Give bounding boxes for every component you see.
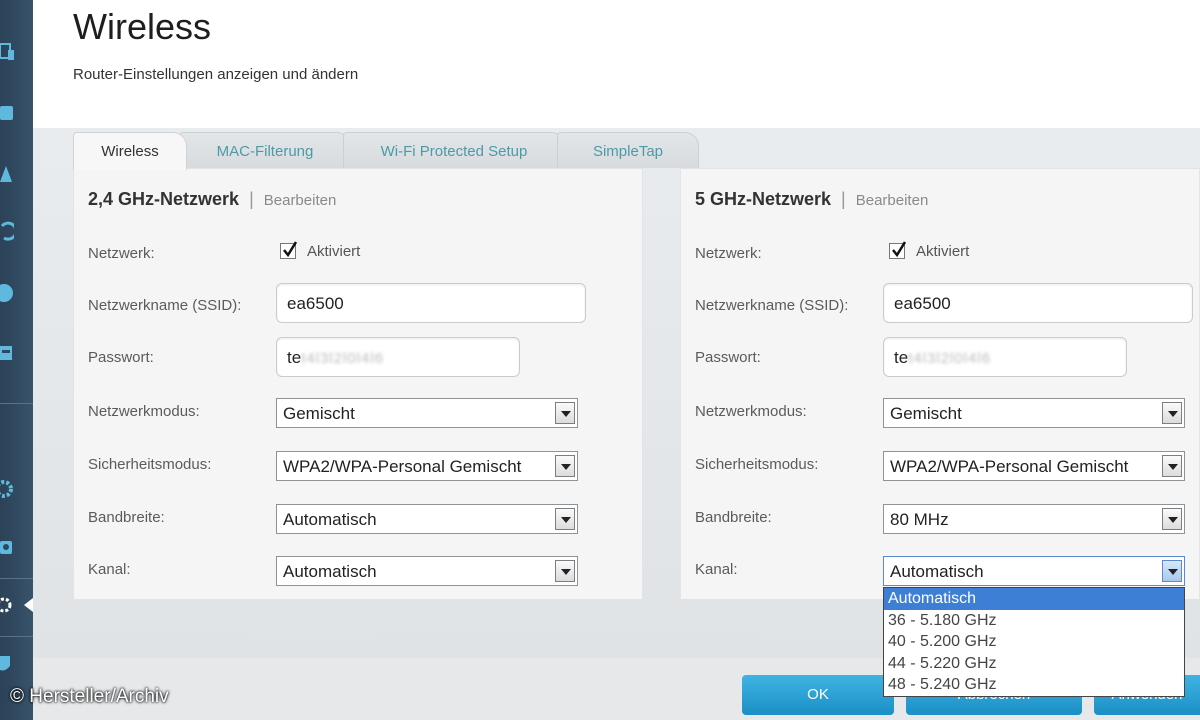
channel-5ghz-value: Automatisch bbox=[890, 562, 984, 581]
security-label: Sicherheitsmodus: bbox=[88, 456, 212, 473]
chevron-down-icon[interactable] bbox=[555, 402, 575, 424]
password-label: Passwort: bbox=[695, 349, 761, 366]
channel-option[interactable]: 48 - 5.240 GHz bbox=[884, 674, 1184, 696]
edit-5ghz-link[interactable]: Bearbeiten bbox=[856, 192, 929, 209]
enabled-5ghz-checkbox[interactable] bbox=[889, 241, 907, 259]
watermark: © Hersteller/Archiv bbox=[10, 686, 169, 707]
channel-5ghz-select[interactable]: Automatisch bbox=[883, 556, 1185, 586]
chevron-down-icon[interactable] bbox=[1162, 402, 1182, 424]
content-area: Wireless MAC-Filterung Wi-Fi Protected S… bbox=[33, 128, 1200, 658]
network-label: Netzwerk: bbox=[695, 245, 762, 262]
active-indicator-icon bbox=[24, 598, 33, 612]
ssid-label: Netzwerkname (SSID): bbox=[695, 297, 849, 314]
channel-label: Kanal: bbox=[88, 561, 131, 578]
password-24ghz-masked: t4l3l2l0l4l6 bbox=[301, 350, 385, 367]
mode-5ghz-select[interactable]: Gemischt bbox=[883, 398, 1185, 428]
update-icon[interactable] bbox=[0, 220, 14, 242]
bandwidth-24ghz-select[interactable]: Automatisch bbox=[276, 504, 578, 534]
password-label: Passwort: bbox=[88, 349, 154, 366]
tab-wps[interactable]: Wi-Fi Protected Setup bbox=[343, 132, 565, 168]
ok-button[interactable]: OK bbox=[742, 675, 894, 715]
channel-24ghz-select[interactable]: Automatisch bbox=[276, 556, 578, 586]
security-24ghz-value: WPA2/WPA-Personal Gemischt bbox=[283, 457, 522, 476]
panel-24ghz-heading: 2,4 GHz-Netzwerk | Bearbeiten bbox=[88, 189, 336, 210]
ssid-24ghz-value: ea6500 bbox=[287, 294, 344, 313]
chevron-down-icon[interactable] bbox=[555, 455, 575, 477]
ssid-5ghz-value: ea6500 bbox=[894, 294, 951, 313]
page-title: Wireless bbox=[73, 6, 212, 47]
ssid-24ghz-input[interactable]: ea6500 bbox=[276, 283, 586, 323]
bandwidth-label: Bandbreite: bbox=[695, 509, 772, 526]
channel-option[interactable]: 36 - 5.180 GHz bbox=[884, 610, 1184, 632]
chevron-down-icon[interactable] bbox=[1162, 455, 1182, 477]
page-subtitle: Router-Einstellungen anzeigen und ändern bbox=[73, 66, 359, 83]
warning-icon[interactable] bbox=[0, 162, 14, 184]
chevron-down-icon[interactable] bbox=[555, 508, 575, 530]
password-5ghz-input[interactable]: tet4l3l2l0l4l6 bbox=[883, 337, 1127, 377]
globe-icon[interactable] bbox=[0, 282, 14, 304]
password-5ghz-prefix: te bbox=[894, 348, 909, 367]
bandwidth-5ghz-value: 80 MHz bbox=[890, 510, 949, 529]
gear-icon[interactable] bbox=[0, 478, 14, 500]
tab-wireless[interactable]: Wireless bbox=[73, 132, 187, 170]
security-5ghz-value: WPA2/WPA-Personal Gemischt bbox=[890, 457, 1129, 476]
bandwidth-5ghz-select[interactable]: 80 MHz bbox=[883, 504, 1185, 534]
security-icon[interactable] bbox=[0, 652, 14, 674]
channel-option[interactable]: Automatisch bbox=[884, 588, 1184, 610]
enabled-24ghz-checkbox[interactable] bbox=[280, 241, 298, 259]
panel-24ghz: 2,4 GHz-Netzwerk | Bearbeiten Netzwerk: Ak… bbox=[73, 168, 643, 600]
mode-label: Netzwerkmodus: bbox=[88, 403, 200, 420]
security-24ghz-select[interactable]: WPA2/WPA-Personal Gemischt bbox=[276, 451, 578, 481]
tab-mac-filter[interactable]: MAC-Filterung bbox=[179, 132, 351, 168]
chevron-down-icon[interactable] bbox=[1162, 560, 1182, 582]
mode-24ghz-select[interactable]: Gemischt bbox=[276, 398, 578, 428]
mode-5ghz-value: Gemischt bbox=[890, 404, 962, 423]
sidebar-separator bbox=[0, 403, 33, 404]
security-5ghz-select[interactable]: WPA2/WPA-Personal Gemischt bbox=[883, 451, 1185, 481]
mode-24ghz-value: Gemischt bbox=[283, 404, 355, 423]
panel-5ghz-title: 5 GHz-Netzwerk bbox=[695, 189, 832, 209]
security-label: Sicherheitsmodus: bbox=[695, 456, 819, 473]
chevron-down-icon[interactable] bbox=[1162, 508, 1182, 530]
channel-option[interactable]: 44 - 5.220 GHz bbox=[884, 653, 1184, 675]
channel-option[interactable]: 40 - 5.200 GHz bbox=[884, 631, 1184, 653]
channel-5ghz-dropdown: Automatisch 36 - 5.180 GHz 40 - 5.200 GH… bbox=[883, 587, 1185, 697]
password-5ghz-masked: t4l3l2l0l4l6 bbox=[908, 350, 992, 367]
panel-5ghz-heading: 5 GHz-Netzwerk | Bearbeiten bbox=[695, 189, 928, 210]
ssid-5ghz-input[interactable]: ea6500 bbox=[883, 283, 1193, 323]
mode-label: Netzwerkmodus: bbox=[695, 403, 807, 420]
page-header: Wireless Router-Einstellungen anzeigen u… bbox=[33, 0, 1200, 128]
camera-icon[interactable] bbox=[0, 536, 14, 558]
enabled-24ghz-label: Aktiviert bbox=[307, 243, 361, 260]
edit-24ghz-link[interactable]: Bearbeiten bbox=[264, 192, 337, 209]
devices-icon[interactable] bbox=[0, 42, 14, 64]
wireless-settings-icon[interactable] bbox=[0, 594, 14, 616]
tab-simpletap[interactable]: SimpleTap bbox=[557, 132, 699, 168]
media-icon[interactable] bbox=[0, 342, 14, 364]
ssid-label: Netzwerkname (SSID): bbox=[88, 297, 242, 314]
channel-24ghz-value: Automatisch bbox=[283, 562, 377, 581]
sidebar-separator bbox=[0, 578, 33, 579]
sidebar-separator bbox=[0, 636, 33, 637]
parental-icon[interactable] bbox=[0, 102, 14, 124]
heading-separator: | bbox=[249, 189, 254, 209]
network-label: Netzwerk: bbox=[88, 245, 155, 262]
panel-5ghz: 5 GHz-Netzwerk | Bearbeiten Netzwerk: Akti… bbox=[680, 168, 1200, 600]
sidebar-nav bbox=[0, 0, 33, 720]
heading-separator: | bbox=[841, 189, 846, 209]
chevron-down-icon[interactable] bbox=[555, 560, 575, 582]
password-24ghz-prefix: te bbox=[287, 348, 302, 367]
password-24ghz-input[interactable]: tet4l3l2l0l4l6 bbox=[276, 337, 520, 377]
bandwidth-label: Bandbreite: bbox=[88, 509, 165, 526]
channel-label: Kanal: bbox=[695, 561, 738, 578]
enabled-5ghz-label: Aktiviert bbox=[916, 243, 970, 260]
bandwidth-24ghz-value: Automatisch bbox=[283, 510, 377, 529]
panel-24ghz-title: 2,4 GHz-Netzwerk bbox=[88, 189, 240, 209]
